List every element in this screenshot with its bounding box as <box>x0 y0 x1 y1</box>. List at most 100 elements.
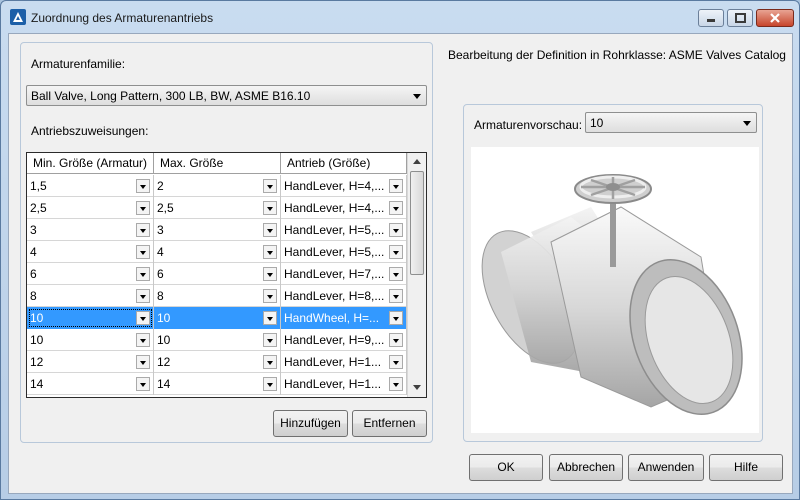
dropdown-arrow-icon[interactable] <box>263 201 277 215</box>
cell-text: HandLever, H=9,... <box>284 333 385 347</box>
min-size-cell[interactable]: 10 <box>27 329 154 351</box>
dropdown-arrow-icon[interactable] <box>263 355 277 369</box>
max-size-cell[interactable]: 2,5 <box>154 197 281 219</box>
dropdown-arrow-icon[interactable] <box>263 179 277 193</box>
dropdown-arrow-icon[interactable] <box>263 377 277 391</box>
drive-cell[interactable]: HandLever, H=4,... <box>281 175 407 197</box>
column-header-drive[interactable]: Antrieb (Größe) <box>281 153 407 174</box>
grid-scrollbar[interactable] <box>407 153 426 397</box>
min-size-cell[interactable]: 8 <box>27 285 154 307</box>
cell-text: 8 <box>30 289 37 303</box>
max-size-cell[interactable]: 4 <box>154 241 281 263</box>
cell-text: 6 <box>157 267 164 281</box>
dropdown-arrow-icon[interactable] <box>389 179 403 193</box>
dropdown-arrow-icon[interactable] <box>389 267 403 281</box>
table-row[interactable]: 8 8 HandLever, H=8,... <box>27 285 407 307</box>
column-header-min[interactable]: Min. Größe (Armatur) <box>27 153 154 174</box>
dropdown-arrow-icon[interactable] <box>136 355 150 369</box>
drive-cell[interactable]: HandLever, H=1... <box>281 351 407 373</box>
drive-cell[interactable]: HandLever, H=5,... <box>281 219 407 241</box>
drive-cell[interactable]: HandLever, H=9,... <box>281 329 407 351</box>
maximize-button[interactable] <box>727 9 753 27</box>
scroll-up-icon[interactable] <box>409 154 425 170</box>
family-combobox[interactable]: Ball Valve, Long Pattern, 300 LB, BW, AS… <box>26 85 427 106</box>
dropdown-arrow-icon[interactable] <box>263 333 277 347</box>
cell-text: HandLever, H=8,... <box>284 289 385 303</box>
apply-button[interactable]: Anwenden <box>628 454 704 481</box>
min-size-cell[interactable]: 10 <box>27 307 154 329</box>
table-row[interactable]: 10 10 HandLever, H=9,... <box>27 329 407 351</box>
preview-size-combobox[interactable]: 10 <box>585 112 757 133</box>
dropdown-arrow-icon[interactable] <box>136 201 150 215</box>
max-size-cell[interactable]: 10 <box>154 307 281 329</box>
drive-cell[interactable]: HandLever, H=1... <box>281 373 407 395</box>
dropdown-arrow-icon[interactable] <box>136 289 150 303</box>
dropdown-arrow-icon[interactable] <box>263 289 277 303</box>
dropdown-arrow-icon[interactable] <box>136 311 150 325</box>
min-size-cell[interactable]: 14 <box>27 373 154 395</box>
max-size-cell[interactable]: 8 <box>154 285 281 307</box>
drive-cell[interactable]: HandLever, H=4,... <box>281 197 407 219</box>
dropdown-arrow-icon[interactable] <box>389 355 403 369</box>
table-row[interactable]: 2,5 2,5 HandLever, H=4,... <box>27 197 407 219</box>
table-row[interactable]: 3 3 HandLever, H=5,... <box>27 219 407 241</box>
cell-text: 10 <box>157 311 171 325</box>
min-size-cell[interactable]: 4 <box>27 241 154 263</box>
dropdown-arrow-icon[interactable] <box>389 223 403 237</box>
table-row[interactable]: 6 6 HandLever, H=7,... <box>27 263 407 285</box>
dropdown-arrow-icon[interactable] <box>389 377 403 391</box>
table-row[interactable]: 10 10 HandWheel, H=... <box>27 307 407 329</box>
table-row[interactable]: 12 12 HandLever, H=1... <box>27 351 407 373</box>
table-row[interactable]: 14 14 HandLever, H=1... <box>27 373 407 395</box>
max-size-cell[interactable]: 6 <box>154 263 281 285</box>
min-size-cell[interactable]: 2,5 <box>27 197 154 219</box>
drive-cell[interactable]: HandLever, H=8,... <box>281 285 407 307</box>
table-row[interactable]: 4 4 HandLever, H=5,... <box>27 241 407 263</box>
close-button[interactable] <box>756 9 794 27</box>
drive-cell[interactable]: HandLever, H=7,... <box>281 263 407 285</box>
column-header-max[interactable]: Max. Größe <box>154 153 281 174</box>
ok-button[interactable]: OK <box>469 454 543 481</box>
remove-button[interactable]: Entfernen <box>352 410 427 437</box>
minimize-button[interactable] <box>698 9 724 27</box>
cell-text: 10 <box>30 333 44 347</box>
dropdown-arrow-icon[interactable] <box>389 311 403 325</box>
dropdown-arrow-icon[interactable] <box>136 267 150 281</box>
min-size-cell[interactable]: 3 <box>27 219 154 241</box>
max-size-cell[interactable]: 14 <box>154 373 281 395</box>
max-size-cell[interactable]: 12 <box>154 351 281 373</box>
drive-cell[interactable]: HandLever, H=5,... <box>281 241 407 263</box>
max-size-cell[interactable]: 3 <box>154 219 281 241</box>
dropdown-arrow-icon[interactable] <box>136 179 150 193</box>
dropdown-arrow-icon[interactable] <box>389 245 403 259</box>
dropdown-arrow-icon[interactable] <box>263 311 277 325</box>
min-size-cell[interactable]: 1,5 <box>27 175 154 197</box>
dropdown-arrow-icon[interactable] <box>136 333 150 347</box>
min-size-cell[interactable]: 6 <box>27 263 154 285</box>
dropdown-arrow-icon[interactable] <box>389 333 403 347</box>
dropdown-arrow-icon[interactable] <box>136 245 150 259</box>
table-row[interactable]: 1,5 2 HandLever, H=4,... <box>27 175 407 197</box>
dropdown-arrow-icon[interactable] <box>263 245 277 259</box>
cancel-button[interactable]: Abbrechen <box>549 454 623 481</box>
dropdown-arrow-icon[interactable] <box>389 201 403 215</box>
close-icon <box>770 13 780 23</box>
scroll-thumb[interactable] <box>410 171 424 275</box>
min-size-cell[interactable]: 12 <box>27 351 154 373</box>
preview-label: Armaturenvorschau: <box>474 118 583 132</box>
dropdown-arrow-icon[interactable] <box>263 223 277 237</box>
drive-cell[interactable]: HandWheel, H=... <box>281 307 407 329</box>
max-size-cell[interactable]: 2 <box>154 175 281 197</box>
title-bar[interactable]: Zuordnung des Armaturenantriebs <box>1 1 799 33</box>
dropdown-arrow-icon[interactable] <box>136 377 150 391</box>
help-button[interactable]: Hilfe <box>709 454 783 481</box>
add-button[interactable]: Hinzufügen <box>273 410 348 437</box>
dropdown-arrow-icon[interactable] <box>263 267 277 281</box>
max-size-cell[interactable]: 10 <box>154 329 281 351</box>
scroll-down-icon[interactable] <box>409 379 425 395</box>
dropdown-arrow-icon[interactable] <box>136 223 150 237</box>
cell-text: 4 <box>157 245 164 259</box>
dropdown-arrow-icon[interactable] <box>389 289 403 303</box>
cell-text: 12 <box>30 355 44 369</box>
preview-size-value: 10 <box>590 116 604 130</box>
